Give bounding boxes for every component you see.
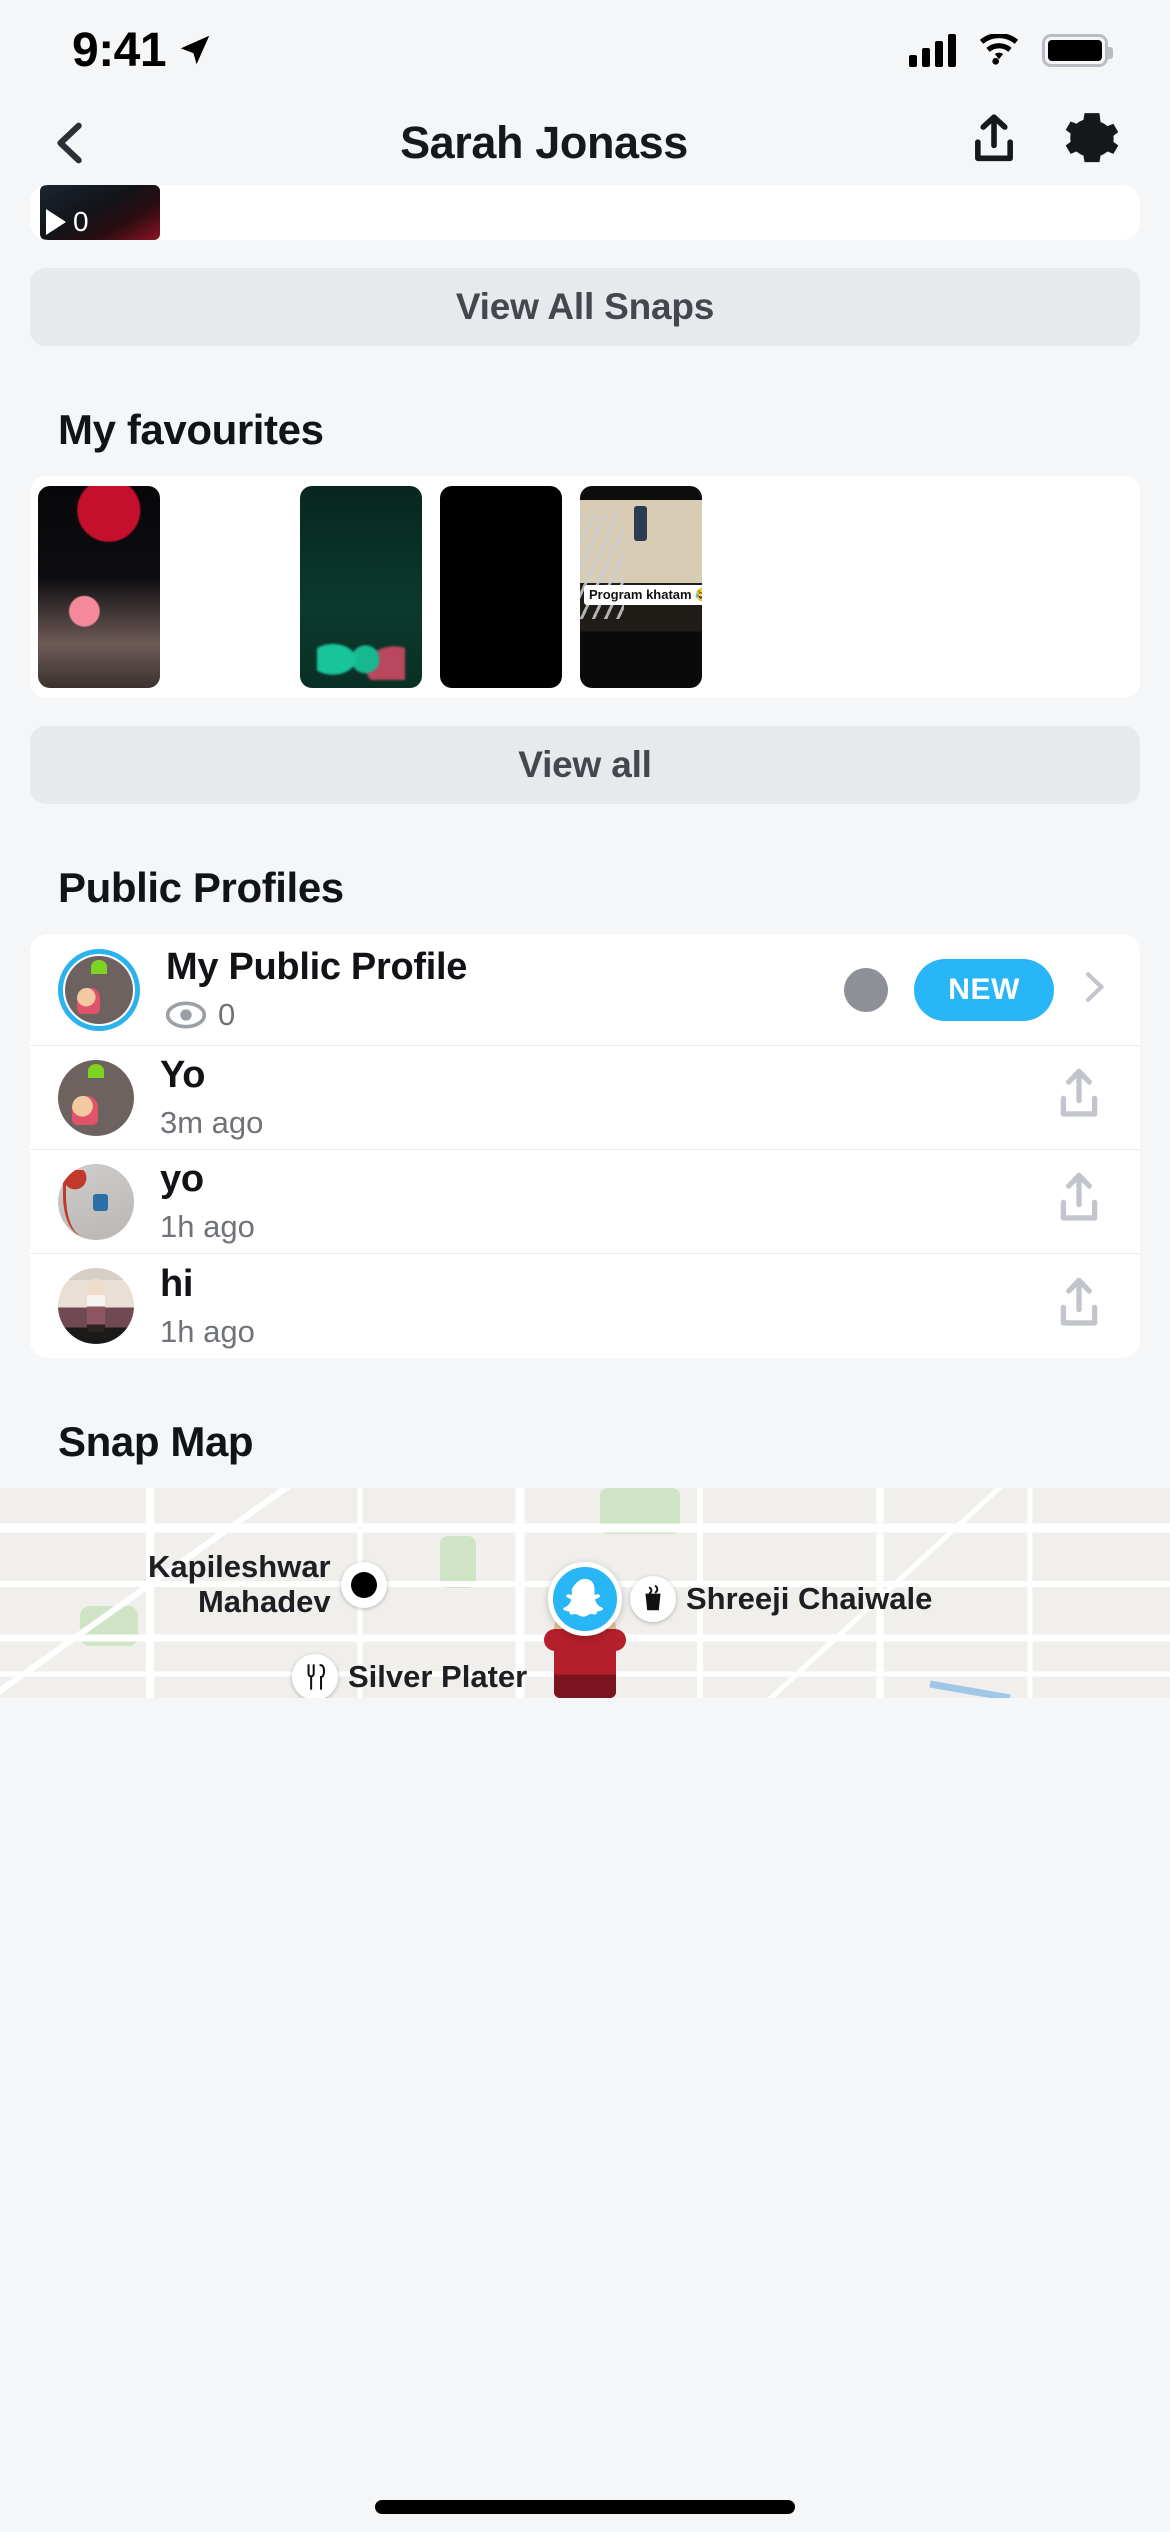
gear-icon bbox=[1065, 113, 1119, 163]
new-badge[interactable]: NEW bbox=[914, 958, 1054, 1021]
my-public-profile-name: My Public Profile bbox=[166, 946, 468, 988]
list-item[interactable]: yo 1h ago bbox=[30, 1150, 1140, 1254]
snaps-strip[interactable]: 0 bbox=[30, 185, 1140, 240]
profile-text: yo 1h ago bbox=[160, 1158, 1052, 1245]
nav-bar: Sarah Jonass bbox=[0, 100, 1170, 185]
play-icon bbox=[46, 209, 66, 235]
share-upload-icon bbox=[975, 114, 1013, 162]
my-location-pin[interactable] bbox=[548, 1562, 622, 1636]
my-public-profile-text: My Public Profile 0 bbox=[166, 946, 844, 1033]
snaps-card: 0 bbox=[30, 185, 1140, 240]
eye-icon bbox=[166, 1001, 206, 1029]
map-place-shreeji[interactable]: Shreeji Chaiwale bbox=[630, 1576, 932, 1622]
profile-name: yo bbox=[160, 1158, 204, 1200]
profile-text: hi 1h ago bbox=[160, 1263, 1052, 1350]
status-bar: 9:41 bbox=[0, 0, 1170, 100]
map-place-silver-plater[interactable]: Silver Plater bbox=[292, 1654, 527, 1698]
my-public-profile-row[interactable]: My Public Profile 0 NEW bbox=[30, 934, 1140, 1046]
public-profiles-card: My Public Profile 0 NEW Yo 3m ago yo 1h … bbox=[30, 934, 1140, 1358]
favourite-thumb-stairs[interactable]: Program khatam 😂😂 bbox=[580, 486, 702, 688]
public-profiles-heading: Public Profiles bbox=[58, 864, 344, 911]
snap-view-count: 0 bbox=[73, 206, 89, 237]
map-place-kapileshwar[interactable]: Kapileshwar Mahadev bbox=[148, 1549, 387, 1619]
avatar[interactable] bbox=[58, 1163, 134, 1240]
my-public-profile-views: 0 bbox=[166, 997, 844, 1033]
cutlery-icon bbox=[292, 1654, 338, 1698]
list-item[interactable]: hi 1h ago bbox=[30, 1254, 1140, 1358]
profile-name: Yo bbox=[160, 1054, 206, 1096]
favourites-heading: My favourites bbox=[58, 406, 324, 453]
list-item[interactable]: Yo 3m ago bbox=[30, 1046, 1140, 1150]
favourite-thumb-blank[interactable] bbox=[160, 486, 300, 688]
share-button[interactable] bbox=[968, 112, 1020, 173]
status-bar-left: 9:41 bbox=[72, 23, 214, 78]
share-upload-icon bbox=[1060, 1277, 1098, 1326]
chevron-left-icon bbox=[57, 122, 82, 163]
nav-actions bbox=[970, 112, 1120, 173]
chevron-right-icon bbox=[1085, 972, 1104, 1002]
cellular-bars-icon bbox=[909, 33, 956, 67]
snap-map[interactable]: Kapileshwar Mahadev Shreeji Chaiwale Sil… bbox=[0, 1488, 1170, 1698]
share-button[interactable] bbox=[1052, 1170, 1106, 1233]
person-shape bbox=[633, 506, 648, 541]
snapchat-ghost-icon bbox=[563, 1578, 604, 1617]
avatar[interactable] bbox=[58, 948, 140, 1031]
profile-name: hi bbox=[160, 1262, 194, 1305]
snap-thumb-meta: 0 bbox=[46, 206, 89, 238]
avatar[interactable] bbox=[58, 1059, 134, 1136]
bitmoji-avatar bbox=[65, 955, 133, 1024]
scroll-content[interactable]: 0 View All Snaps My favourites Program k… bbox=[0, 185, 1170, 2532]
settings-button[interactable] bbox=[1064, 112, 1120, 173]
cup-icon bbox=[630, 1576, 676, 1622]
back-button[interactable] bbox=[48, 115, 118, 171]
profile-time: 3m ago bbox=[160, 1105, 264, 1140]
snap-thumbnail[interactable]: 0 bbox=[40, 185, 160, 240]
page-title: Sarah Jonass bbox=[400, 116, 688, 168]
avatar[interactable] bbox=[58, 1268, 134, 1344]
map-place-label: Silver Plater bbox=[348, 1659, 528, 1694]
profile-text: Yo 3m ago bbox=[160, 1054, 1052, 1141]
map-place-label: Shreeji Chaiwale bbox=[686, 1581, 933, 1616]
share-upload-icon bbox=[1060, 1172, 1098, 1221]
story-dot-indicator bbox=[844, 967, 889, 1012]
map-place-label: Kapileshwar Mahadev bbox=[148, 1549, 331, 1619]
status-time: 9:41 bbox=[72, 23, 167, 77]
favourites-row[interactable]: Program khatam 😂😂 bbox=[30, 476, 1140, 698]
status-bar-right bbox=[909, 33, 1113, 67]
profile-time: 1h ago bbox=[160, 1209, 255, 1244]
share-button[interactable] bbox=[1052, 1275, 1106, 1338]
wifi-icon bbox=[979, 34, 1019, 65]
favourite-thumb-green-lights[interactable] bbox=[300, 486, 422, 688]
profile-screen: 9:41 Sarah Jonass 0 View All Snaps My fa… bbox=[0, 0, 1170, 2532]
home-indicator bbox=[375, 2500, 795, 2514]
view-all-favourites-button[interactable]: View all bbox=[30, 726, 1140, 804]
view-all-snaps-button[interactable]: View All Snaps bbox=[30, 268, 1140, 346]
share-button[interactable] bbox=[1052, 1066, 1106, 1129]
favourite-thumb-car[interactable] bbox=[38, 486, 160, 688]
battery-full-icon bbox=[1042, 33, 1113, 67]
profile-time: 1h ago bbox=[160, 1313, 255, 1349]
share-upload-icon bbox=[1060, 1068, 1098, 1117]
disclosure-chevron[interactable] bbox=[1076, 963, 1110, 1016]
location-arrow-icon bbox=[180, 35, 210, 65]
favourite-thumb-black[interactable] bbox=[440, 486, 562, 688]
snap-map-heading: Snap Map bbox=[58, 1418, 254, 1465]
favourite-caption: Program khatam 😂😂 bbox=[584, 585, 702, 605]
map-dot-icon bbox=[340, 1561, 387, 1608]
views-count: 0 bbox=[218, 997, 236, 1032]
